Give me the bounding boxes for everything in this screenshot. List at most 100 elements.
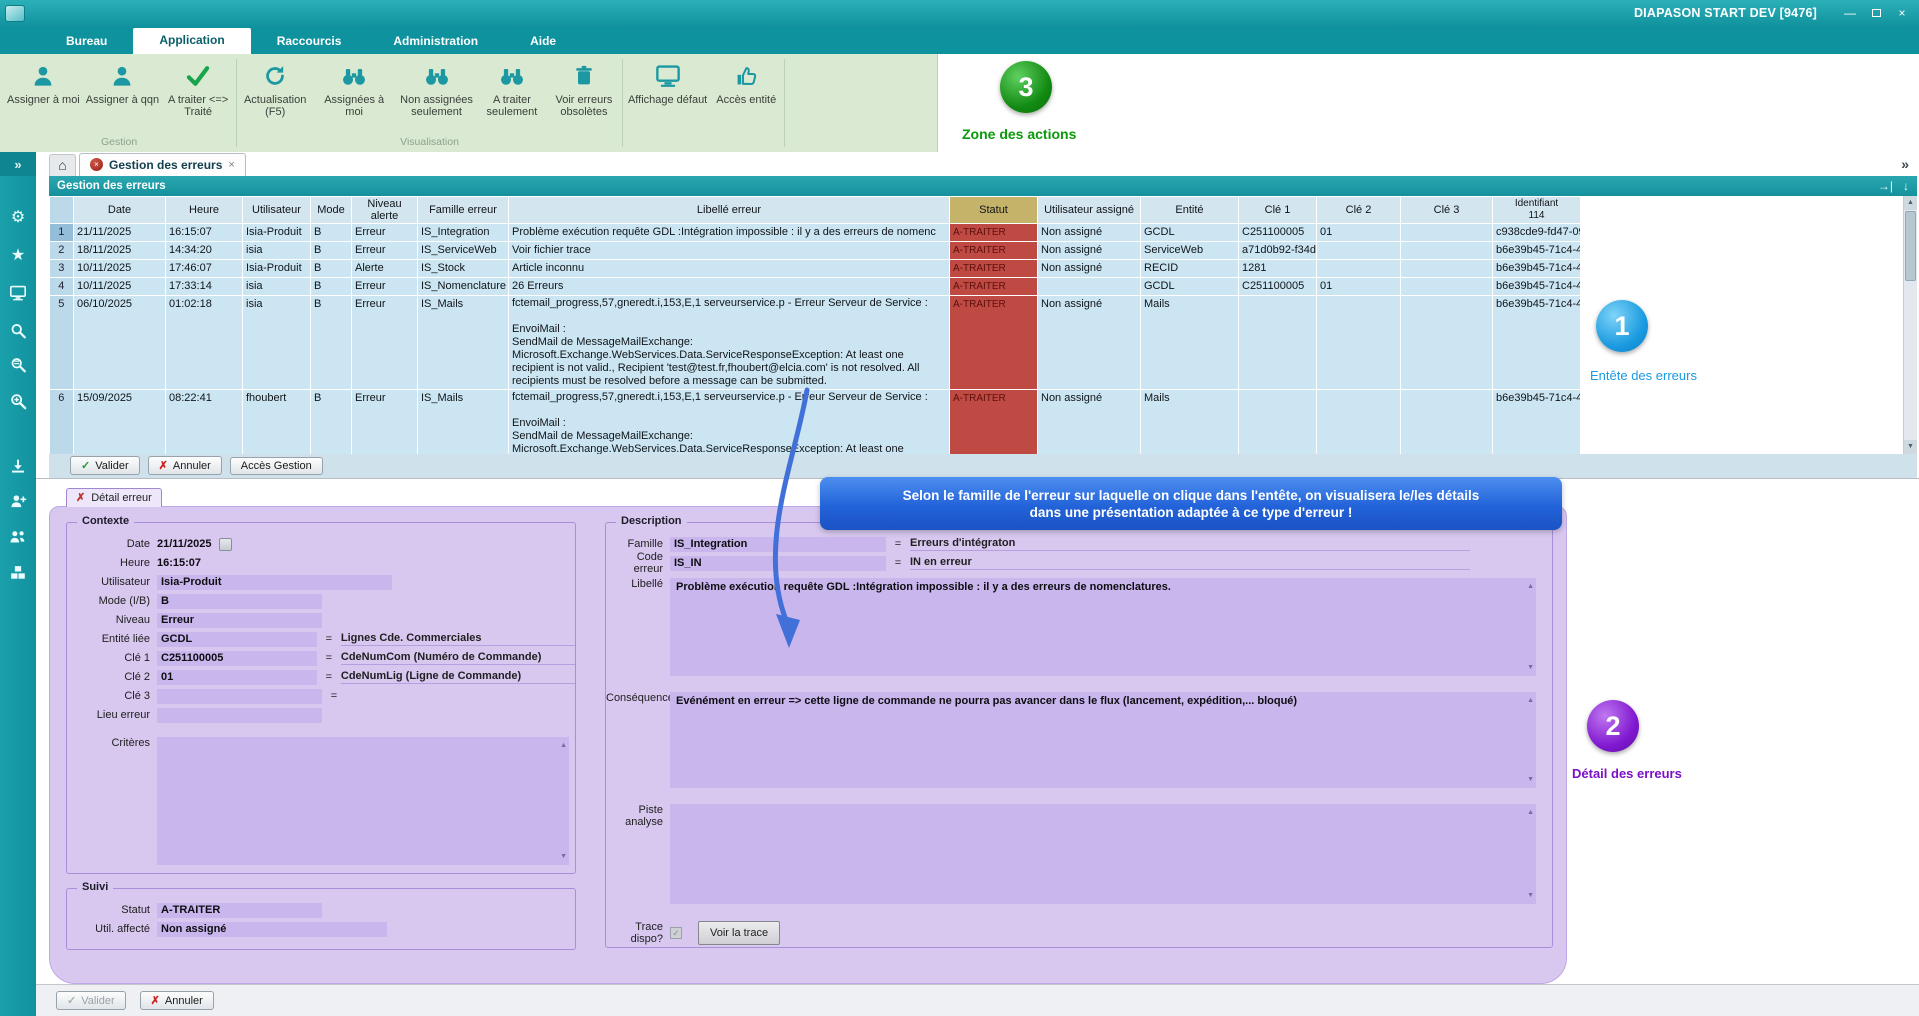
- scroll-up-icon[interactable]: ▲: [1527, 806, 1534, 819]
- col-header-heure[interactable]: Heure: [166, 196, 243, 223]
- table-row[interactable]: 5 06/10/2025 01:02:18 isia B Erreur IS_M…: [50, 295, 1581, 389]
- scroll-down-icon[interactable]: ▼: [560, 850, 567, 863]
- cancel-button[interactable]: ✗ Annuler: [148, 456, 222, 475]
- menu-tab-bureau[interactable]: Bureau: [40, 29, 133, 54]
- ribbon-separator: [622, 59, 623, 147]
- zoom-in-icon[interactable]: [9, 392, 27, 414]
- consequence-textarea[interactable]: Evénément en erreur => cette ligne de co…: [670, 692, 1536, 788]
- col-header-statut[interactable]: Statut: [950, 196, 1038, 223]
- search-document-icon[interactable]: [10, 356, 27, 377]
- code-erreur-field[interactable]: IS_IN: [670, 556, 886, 571]
- col-header-cle2[interactable]: Clé 2: [1317, 196, 1401, 223]
- utilisateur-field[interactable]: Isia-Produit: [157, 575, 392, 590]
- users-icon[interactable]: [9, 528, 28, 549]
- mode-field[interactable]: B: [157, 594, 322, 609]
- close-detail-icon[interactable]: ✗: [76, 491, 85, 504]
- sidebar-expand-icon[interactable]: »: [0, 152, 36, 176]
- cle3-field[interactable]: [157, 689, 322, 704]
- scroll-to-end-icon[interactable]: →|: [1878, 179, 1893, 193]
- tab-overflow-icon[interactable]: »: [1901, 156, 1909, 172]
- toggle-treated-button[interactable]: A traiter <=> Traité: [162, 61, 234, 118]
- gear-icon[interactable]: ⚙: [11, 210, 25, 226]
- assign-to-me-button[interactable]: Assigner à moi: [4, 61, 83, 106]
- grid-titlebar: Gestion des erreurs →| ↓: [49, 176, 1917, 196]
- vertical-scrollbar[interactable]: ▲ ▼: [1903, 196, 1917, 454]
- col-header-cle1[interactable]: Clé 1: [1239, 196, 1317, 223]
- famille-field[interactable]: IS_Integration: [670, 537, 886, 552]
- scroll-thumb[interactable]: [1905, 211, 1916, 281]
- to-treat-only-filter-button[interactable]: A traiter seulement: [476, 61, 548, 118]
- scroll-up-icon[interactable]: ▲: [1527, 694, 1534, 707]
- scroll-up-icon[interactable]: ▲: [1527, 580, 1534, 593]
- home-tab[interactable]: ⌂: [49, 154, 76, 176]
- assigned-to-me-filter-button[interactable]: Assignées à moi: [311, 61, 397, 118]
- col-header-utilisateur[interactable]: Utilisateur: [243, 196, 311, 223]
- entite-field[interactable]: GCDL: [157, 632, 317, 647]
- scroll-up-arrow[interactable]: ▲: [1904, 196, 1917, 210]
- util-affecte-field[interactable]: Non assigné: [157, 922, 387, 937]
- search-icon[interactable]: [10, 322, 27, 343]
- close-button[interactable]: ×: [1891, 5, 1913, 22]
- col-header-date[interactable]: Date: [74, 196, 166, 223]
- col-header-niveau[interactable]: Niveau alerte: [352, 196, 418, 223]
- table-row[interactable]: 2 18/11/2025 14:34:20 isia B Erreur IS_S…: [50, 241, 1581, 259]
- niveau-field[interactable]: Erreur: [157, 613, 322, 628]
- statut-field[interactable]: A-TRAITER: [157, 903, 322, 918]
- monitor-icon[interactable]: [9, 285, 27, 305]
- criteres-textarea[interactable]: ▲ ▼: [157, 737, 569, 865]
- col-header-assigne[interactable]: Utilisateur assigné: [1038, 196, 1141, 223]
- refresh-button[interactable]: Actualisation (F5): [239, 61, 311, 118]
- entity-access-button[interactable]: Accès entité: [710, 61, 782, 106]
- ribbon-separator: [784, 59, 785, 147]
- field-statut: Statut A-TRAITER: [67, 901, 575, 920]
- left-sidebar: » ⚙ ★: [0, 152, 36, 1016]
- lieu-field[interactable]: [157, 708, 322, 723]
- tab-close-icon[interactable]: ×: [228, 159, 234, 171]
- scroll-up-icon[interactable]: ▲: [560, 739, 567, 752]
- col-header-mode[interactable]: Mode: [311, 196, 352, 223]
- obsolete-errors-button[interactable]: Voir erreurs obsolètes: [548, 61, 620, 118]
- col-header-cle3[interactable]: Clé 3: [1401, 196, 1493, 223]
- default-display-button[interactable]: Affichage défaut: [625, 61, 710, 106]
- tab-detail-erreur[interactable]: ✗ Détail erreur: [66, 488, 162, 507]
- col-header-identifiant[interactable]: Identifiant 114: [1493, 196, 1581, 223]
- status-badge: A-TRAITER: [950, 295, 1038, 389]
- trace-checkbox[interactable]: ✓: [670, 927, 682, 939]
- col-header-libelle[interactable]: Libellé erreur: [509, 196, 950, 223]
- access-management-button[interactable]: Accès Gestion: [230, 457, 323, 475]
- add-user-icon[interactable]: [9, 492, 27, 514]
- unassigned-only-filter-button[interactable]: Non assignées seulement: [397, 61, 476, 118]
- cle1-field[interactable]: C251100005: [157, 651, 317, 666]
- menu-tab-aide[interactable]: Aide: [504, 29, 582, 54]
- date-picker-button[interactable]: [219, 538, 232, 551]
- table-row[interactable]: 4 10/11/2025 17:33:14 isia B Erreur IS_N…: [50, 277, 1581, 295]
- assign-to-someone-button[interactable]: Assigner à qqn: [83, 61, 162, 106]
- field-cle3: Clé 3 =: [67, 687, 575, 706]
- menu-tab-application[interactable]: Application: [133, 28, 250, 54]
- cancel-button[interactable]: ✗ Annuler: [140, 991, 214, 1010]
- validate-button[interactable]: ✓ Valider: [70, 456, 140, 475]
- table-row[interactable]: 1 21/11/2025 16:15:07 Isia-Produit B Err…: [50, 223, 1581, 241]
- menu-tab-raccourcis[interactable]: Raccourcis: [251, 29, 368, 54]
- scroll-down-icon[interactable]: ▼: [1527, 661, 1534, 674]
- table-row[interactable]: 6 15/09/2025 08:22:41 fhoubert B Erreur …: [50, 389, 1581, 454]
- download-icon[interactable]: [10, 458, 27, 479]
- piste-analyse-textarea[interactable]: ▲ ▼: [670, 804, 1536, 904]
- minimize-button[interactable]: —: [1839, 5, 1861, 22]
- view-trace-button[interactable]: Voir la trace: [698, 921, 780, 945]
- star-icon[interactable]: ★: [11, 248, 25, 264]
- validate-button[interactable]: ✓ Valider: [56, 991, 126, 1010]
- col-header-entite[interactable]: Entité: [1141, 196, 1239, 223]
- scroll-down-icon[interactable]: ▼: [1527, 889, 1534, 902]
- menu-tab-administration[interactable]: Administration: [367, 29, 504, 54]
- col-header-famille[interactable]: Famille erreur: [418, 196, 509, 223]
- libelle-textarea[interactable]: Problème exécution requête GDL :Intégrat…: [670, 578, 1536, 676]
- scroll-down-icon[interactable]: ▼: [1527, 773, 1534, 786]
- tab-gestion-des-erreurs[interactable]: × Gestion des erreurs ×: [79, 153, 246, 176]
- maximize-button[interactable]: [1865, 5, 1887, 22]
- scroll-to-bottom-icon[interactable]: ↓: [1903, 179, 1909, 193]
- table-row[interactable]: 3 10/11/2025 17:46:07 Isia-Produit B Ale…: [50, 259, 1581, 277]
- packages-icon[interactable]: [10, 564, 27, 585]
- cle2-field[interactable]: 01: [157, 670, 317, 685]
- scroll-down-arrow[interactable]: ▼: [1904, 440, 1917, 454]
